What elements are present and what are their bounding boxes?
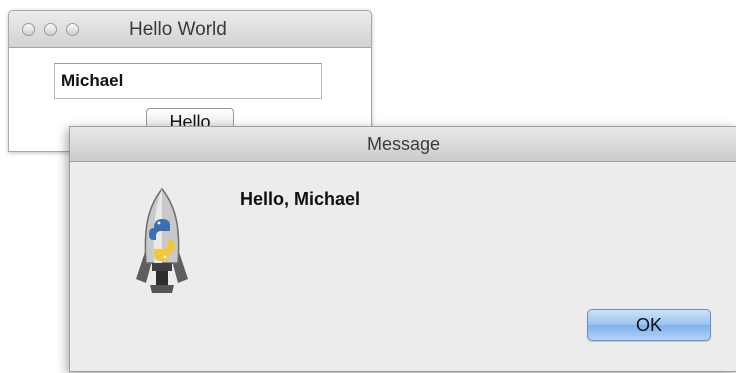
minimize-window-icon[interactable] — [44, 23, 57, 36]
python-rocket-icon — [136, 187, 188, 293]
dialog-message-text: Hello, Michael — [240, 189, 361, 209]
main-window-title: Hello World — [129, 19, 227, 40]
message-dialog: Message Hello, Michael OK — [69, 126, 736, 372]
close-window-icon[interactable] — [22, 23, 35, 36]
name-input[interactable] — [54, 63, 322, 99]
zoom-window-icon[interactable] — [66, 23, 79, 36]
message-dialog-titlebar[interactable]: Message — [70, 127, 736, 162]
ok-button[interactable]: OK — [587, 309, 711, 341]
message-dialog-title: Message — [366, 134, 441, 154]
main-window-titlebar[interactable]: Hello World — [9, 11, 371, 48]
